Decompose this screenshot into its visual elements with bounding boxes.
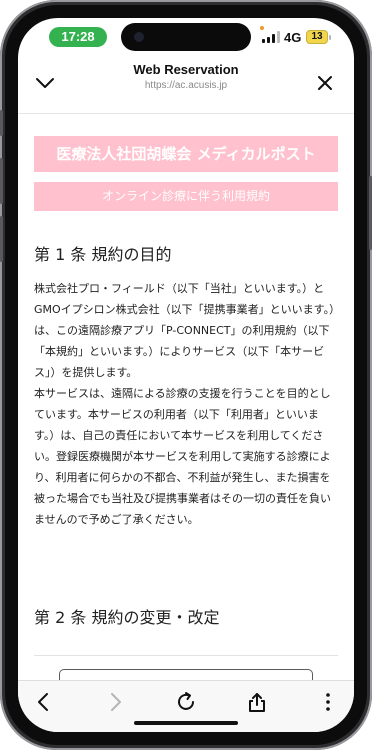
screen: 17:28 4G 13 Web Reservation https://ac.a… <box>18 18 354 732</box>
battery-tip <box>329 35 331 40</box>
close-icon[interactable] <box>314 72 336 94</box>
status-bar: 17:28 4G 13 <box>18 18 354 58</box>
mic-indicator-icon <box>260 26 264 30</box>
silent-switch <box>0 110 3 136</box>
network-type: 4G <box>284 30 302 45</box>
battery-icon: 13 <box>306 30 328 44</box>
home-indicator[interactable] <box>134 721 238 725</box>
volume-down-button <box>0 216 3 262</box>
reload-icon[interactable] <box>173 689 199 715</box>
terms-title-banner: オンライン診療に伴う利用規約 <box>34 182 338 211</box>
back-icon[interactable] <box>31 689 57 715</box>
clinic-name-banner: 医療法人社団胡蝶会 メディカルポスト <box>34 136 338 172</box>
page-url: https://ac.acusis.jp <box>144 80 228 91</box>
section-divider <box>34 655 338 656</box>
status-time[interactable]: 17:28 <box>49 27 107 47</box>
share-icon[interactable] <box>244 689 270 715</box>
web-header: Web Reservation https://ac.acusis.jp <box>18 58 354 114</box>
more-icon[interactable] <box>315 689 341 715</box>
page-title: Web Reservation <box>133 62 239 77</box>
signal-icon <box>262 31 280 43</box>
terms-content[interactable]: 医療法人社団胡蝶会 メディカルポスト オンライン診療に伴う利用規約 第 1 条 … <box>18 114 354 680</box>
article-2-heading: 第 2 条 規約の変更・改定 <box>34 608 220 627</box>
article-1-heading: 第 1 条 規約の目的 <box>34 245 172 264</box>
article-1-body: 株式会社プロ・フィールド（以下「当社」といいます。）とGMOイプシロン株式会社（… <box>34 282 335 526</box>
volume-up-button <box>0 158 3 204</box>
battery-level: 13 <box>311 31 323 42</box>
forward-icon <box>111 693 121 711</box>
agreement-box[interactable] <box>59 669 313 680</box>
camera-icon <box>134 32 144 42</box>
